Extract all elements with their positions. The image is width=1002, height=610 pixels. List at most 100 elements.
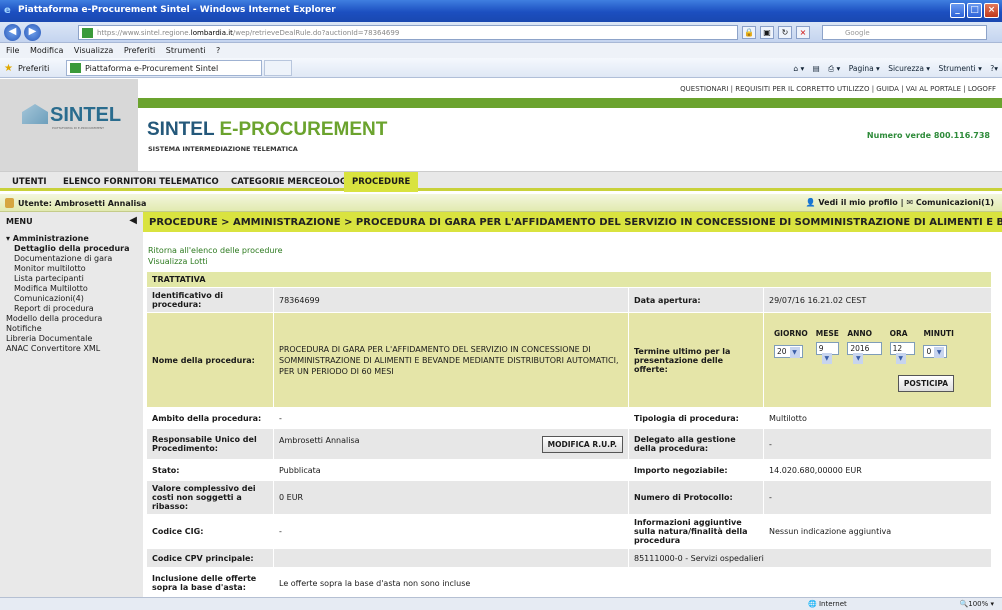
termine-col-mese: MESE <box>815 328 839 338</box>
tab-utenti[interactable]: UTENTI <box>4 172 55 192</box>
details-table: TRATTATIVA Identificativo di procedura: … <box>146 271 992 599</box>
tab-elenco-fornitori[interactable]: ELENCO FORNITORI TELEMATICO <box>55 172 227 192</box>
nome-value: PROCEDURA DI GARA PER L'AFFIDAMENTO DEL … <box>273 312 629 408</box>
browser-tab[interactable]: Piattaforma e-Procurement Sintel <box>66 60 262 76</box>
cpv-label: Codice CPV principale: <box>146 548 274 568</box>
sidebar-item-amministrazione[interactable]: ▾ Amministrazione <box>6 234 130 244</box>
print-icon[interactable]: ⎙ ▾ <box>828 64 840 73</box>
lock-icon[interactable]: 🔒 <box>742 26 756 39</box>
sidebar-item-libreria[interactable]: Libreria Documentale <box>6 334 130 344</box>
close-button[interactable]: × <box>984 3 999 18</box>
sidebar-item-notifiche[interactable]: Notifiche <box>6 324 130 334</box>
menu-help[interactable]: ? <box>216 46 220 55</box>
compat-icon[interactable]: ▣ <box>760 26 774 39</box>
menu-preferiti[interactable]: Preferiti <box>124 46 155 55</box>
top-links[interactable]: QUESTIONARI | REQUISITI PER IL CORRETTO … <box>680 85 996 93</box>
menu-strumenti[interactable]: Strumenti <box>166 46 206 55</box>
posticipa-button[interactable]: POSTICIPA <box>897 374 954 392</box>
chevron-down-icon: ▼ <box>934 347 945 358</box>
profile-link[interactable]: Vedi il mio profilo <box>818 198 897 207</box>
minuti-select[interactable]: 0 ▼ <box>923 345 948 358</box>
termine-col-anno: ANNO <box>847 328 873 338</box>
stop-icon[interactable]: × <box>796 26 810 39</box>
sidebar-item-partecipanti[interactable]: Lista partecipanti <box>6 274 130 284</box>
feeds-icon[interactable]: ▤ <box>813 64 820 73</box>
maximize-button[interactable]: □ <box>967 3 982 18</box>
info-value: Nessun indicazione aggiuntiva <box>763 514 992 549</box>
ie-logo-icon: e <box>4 5 11 16</box>
termine-label: Termine ultimo per la presentazione dell… <box>628 312 764 408</box>
modifica-rup-button[interactable]: MODIFICA R.U.P. <box>541 435 623 453</box>
sidebar-item-anac[interactable]: ANAC Convertitore XML <box>6 344 130 354</box>
sidebar-item-documentazione[interactable]: Documentazione di gara <box>6 254 130 264</box>
info-label: Informazioni aggiuntive sulla natura/fin… <box>628 514 764 549</box>
cmd-pagina[interactable]: Pagina ▾ <box>849 64 880 73</box>
cmd-sicurezza[interactable]: Sicurezza ▾ <box>888 64 930 73</box>
ora-select[interactable]: 12▼ <box>889 341 916 364</box>
protocollo-value: - <box>763 480 992 515</box>
sidebar-item-modello[interactable]: Modello della procedura <box>6 314 130 324</box>
help-icon[interactable]: ?▾ <box>990 64 998 73</box>
collapse-icon[interactable]: ◀ <box>129 215 137 226</box>
sidebar-item-comunicazioni[interactable]: Comunicazioni(4) <box>6 294 130 304</box>
forward-button[interactable]: ▶ <box>24 24 41 41</box>
anno-select[interactable]: 2016▼ <box>847 341 882 364</box>
chevron-down-icon: ▼ <box>853 352 864 364</box>
menu-file[interactable]: File <box>6 46 19 55</box>
termine-cell: GIORNO MESE ANNO ORA MINUTI 20 ▼ 9▼ 2016▼… <box>763 312 992 408</box>
id-label: Identificativo di procedura: <box>146 287 274 313</box>
refresh-icon[interactable]: ↻ <box>778 26 792 39</box>
browser-statusbar: 🌐 Internet 🔍100% ▾ <box>0 597 1002 610</box>
search-input[interactable]: Google <box>822 25 987 40</box>
address-input[interactable]: https://www.sintel.regione.lombardia.it/… <box>78 25 738 40</box>
user-bar: Utente: Ambrosetti Annalisa 👤 Vedi il mi… <box>0 194 1002 212</box>
importo-value: 14.020.680,00000 EUR <box>763 459 992 481</box>
chevron-down-icon: ▼ <box>789 347 800 358</box>
new-tab-button[interactable] <box>264 60 292 76</box>
breadcrumb: PROCEDURE > AMMINISTRAZIONE > PROCEDURA … <box>143 212 1002 232</box>
section-title: TRATTATIVA <box>146 271 992 288</box>
delegato-label: Delegato alla gestione della procedura: <box>628 428 764 460</box>
cig-label: Codice CIG: <box>146 514 274 549</box>
home-icon[interactable]: ⌂ ▾ <box>793 64 804 73</box>
favorites-button[interactable]: Preferiti <box>18 64 49 73</box>
sidebar-item-monitor[interactable]: Monitor multilotto <box>6 264 130 274</box>
back-button[interactable]: ◀ <box>4 24 21 41</box>
termine-col-minuti: MINUTI <box>923 328 954 338</box>
zone-indicator: 🌐 Internet <box>808 600 847 608</box>
apertura-value: 29/07/16 16.21.02 CEST <box>763 287 992 313</box>
view-lotti-link[interactable]: Visualizza Lotti <box>148 256 283 267</box>
minimize-button[interactable]: _ <box>950 3 965 18</box>
logo-text: SINTEL <box>50 104 122 126</box>
sidebar: MENU ◀ ▾ Amministrazione Dettaglio della… <box>0 212 143 597</box>
chevron-down-icon: ▼ <box>895 352 906 364</box>
user-actions: 👤 Vedi il mio profilo | ✉ Comunicazioni(… <box>805 198 994 207</box>
back-to-list-link[interactable]: Ritorna all'elenco delle procedure <box>148 245 283 256</box>
chevron-down-icon: ▼ <box>821 352 832 364</box>
main-tabs: UTENTI ELENCO FORNITORI TELEMATICO CATEG… <box>0 171 1002 192</box>
rup-label: Responsabile Unico del Procedimento: <box>146 428 274 460</box>
command-bar: ⌂ ▾ ▤ ⎙ ▾ Pagina ▾ Sicurezza ▾ Strumenti… <box>787 64 998 74</box>
mese-select[interactable]: 9▼ <box>815 341 840 364</box>
sidebar-item-report[interactable]: Report di procedura <box>6 304 130 314</box>
site-header: SINTEL PIATTAFORMA DI E-PROCUREMENT QUES… <box>0 79 1002 174</box>
menu-visualizza[interactable]: Visualizza <box>74 46 113 55</box>
menu-modifica[interactable]: Modifica <box>30 46 63 55</box>
termine-col-ora: ORA <box>889 328 908 338</box>
termine-selects: GIORNO MESE ANNO ORA MINUTI 20 ▼ 9▼ 2016▼… <box>769 326 959 395</box>
cmd-strumenti[interactable]: Strumenti ▾ <box>938 64 981 73</box>
sidebar-item-dettaglio[interactable]: Dettaglio della procedura <box>6 244 130 254</box>
user-name: Utente: Ambrosetti Annalisa <box>18 199 147 208</box>
browser-menubar: File Modifica Visualizza Preferiti Strum… <box>0 43 1002 58</box>
delegato-value: - <box>763 428 992 460</box>
tab-procedure[interactable]: PROCEDURE <box>344 172 419 192</box>
costi-value: 0 EUR <box>273 480 629 515</box>
communications-link[interactable]: Comunicazioni(1) <box>916 198 994 207</box>
window-titlebar: e Piattaforma e-Procurement Sintel - Win… <box>0 0 1002 22</box>
sidebar-item-modifica-multilotto[interactable]: Modifica Multilotto <box>6 284 130 294</box>
zoom-control[interactable]: 🔍100% ▾ <box>960 600 994 608</box>
favorites-star-icon[interactable]: ★ <box>4 63 13 74</box>
giorno-select[interactable]: 20 ▼ <box>774 345 803 358</box>
logo-subtitle: PIATTAFORMA DI E-PROCUREMENT <box>52 126 104 130</box>
window-title: Piattaforma e-Procurement Sintel - Windo… <box>18 5 336 15</box>
